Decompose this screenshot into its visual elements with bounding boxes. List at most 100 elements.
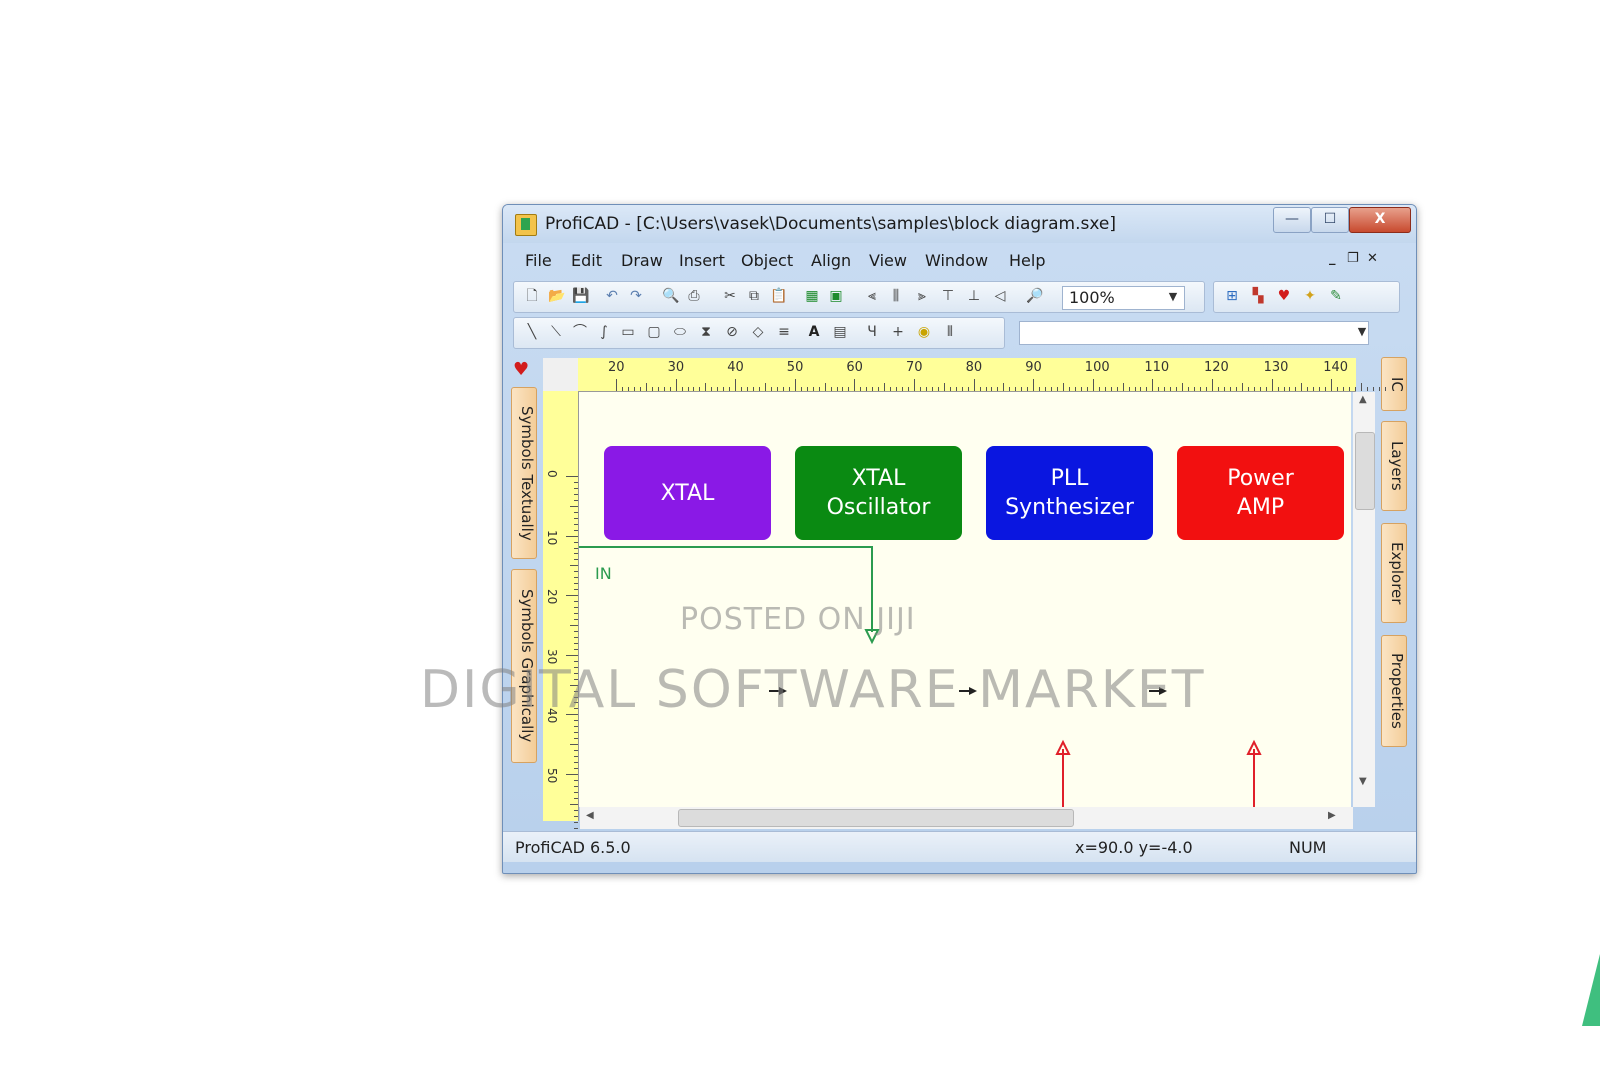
align-bottom-icon[interactable]: ◁ <box>992 288 1008 304</box>
ellipse-icon[interactable]: ⬭ <box>672 324 688 340</box>
hourglass-icon[interactable]: ⧗ <box>698 324 714 340</box>
ruler-top-tick <box>854 379 856 391</box>
menu-align[interactable]: Align <box>811 251 851 270</box>
minimize-button[interactable]: — <box>1273 207 1311 233</box>
cut-icon[interactable]: ✂ <box>722 288 738 304</box>
components-icon[interactable]: ▚ <box>1250 288 1266 304</box>
horizontal-scroll-thumb[interactable] <box>678 809 1074 827</box>
line-icon[interactable]: ╲ <box>524 324 540 340</box>
vertical-scrollbar[interactable]: ▲ ▼ <box>1353 392 1375 807</box>
close-button[interactable]: X <box>1349 207 1411 233</box>
ruler-top-tick <box>1307 387 1309 391</box>
redo-icon[interactable]: ↷ <box>628 288 644 304</box>
tab-layers[interactable]: Layers <box>1381 421 1407 511</box>
menu-insert[interactable]: Insert <box>679 251 725 270</box>
align-center-icon[interactable]: ⫼ <box>888 288 904 304</box>
save-icon[interactable]: 💾 <box>572 288 589 304</box>
align-top-icon[interactable]: ⊤ <box>940 288 956 304</box>
vertical-scroll-thumb[interactable] <box>1355 432 1375 510</box>
menu-file[interactable]: File <box>525 251 552 270</box>
menu-view[interactable]: View <box>869 251 907 270</box>
menu-draw[interactable]: Draw <box>621 251 663 270</box>
ruler-left-tick <box>574 499 578 501</box>
ruler-left-tick <box>574 768 578 770</box>
new-file-icon[interactable]: 🗋 <box>524 288 540 304</box>
arc-icon[interactable]: ⌒ <box>572 324 588 340</box>
block-pll-synthesizer[interactable]: PLL Synthesizer <box>986 446 1153 540</box>
table-icon[interactable]: ▤ <box>832 324 848 340</box>
diamond-icon[interactable]: ◇ <box>750 324 766 340</box>
properties-combo[interactable] <box>1019 321 1369 345</box>
undo-icon[interactable]: ↶ <box>604 288 620 304</box>
tab-explorer[interactable]: Explorer <box>1381 523 1407 623</box>
ruler-top-tick <box>878 387 880 391</box>
horizontal-scrollbar[interactable]: ◀ ▶ <box>580 807 1353 829</box>
print-icon[interactable]: ⎙ <box>686 288 702 304</box>
menu-object[interactable]: Object <box>741 251 793 270</box>
block-xtal-oscillator[interactable]: XTAL Oscillator <box>795 446 962 540</box>
mdi-minimize-button[interactable]: _ <box>1329 251 1336 266</box>
ruler-top-tick <box>824 383 826 391</box>
align-right-icon[interactable]: ⫸ <box>914 288 930 304</box>
scroll-right-icon[interactable]: ▶ <box>1328 810 1336 821</box>
export-image-icon[interactable]: ▦ <box>804 288 820 304</box>
combo-dropdown-arrow-icon[interactable]: ▼ <box>1353 321 1371 343</box>
tab-properties[interactable]: Properties <box>1381 635 1407 747</box>
hatch-icon[interactable]: ≡ <box>776 324 792 340</box>
text-icon[interactable]: A <box>806 324 822 340</box>
ruler-top-tick <box>1194 387 1196 391</box>
paste-icon[interactable]: 📋 <box>770 288 787 304</box>
ruler-top-tick <box>937 387 939 391</box>
ruler-top-tick <box>919 387 921 391</box>
ruler-top-tick <box>770 387 772 391</box>
ruler-top-tick <box>747 387 749 391</box>
bus-icon[interactable]: ⦀ <box>942 324 958 340</box>
maximize-button[interactable]: ☐ <box>1311 207 1349 233</box>
block-xtal[interactable]: XTAL <box>604 446 771 540</box>
edit-properties-icon[interactable]: ✎ <box>1328 288 1344 304</box>
ruler-top-tick <box>806 387 808 391</box>
scroll-up-icon[interactable]: ▲ <box>1359 394 1367 405</box>
align-middle-icon[interactable]: ⊥ <box>966 288 982 304</box>
open-folder-icon[interactable]: 📂 <box>548 288 565 304</box>
tab-explorer-label: Explorer <box>1388 541 1406 605</box>
scroll-down-icon[interactable]: ▼ <box>1359 776 1367 787</box>
menu-window[interactable]: Window <box>925 251 988 270</box>
favorites-heart-icon[interactable]: ♥ <box>513 359 535 381</box>
symbols-icon[interactable]: ✦ <box>1302 288 1318 304</box>
rectangle-icon[interactable]: ▭ <box>620 324 636 340</box>
tab-ic[interactable]: IC <box>1381 357 1407 411</box>
align-left-icon[interactable]: ⫷ <box>864 288 880 304</box>
wire-icon[interactable]: Ч <box>864 324 880 340</box>
junction-icon[interactable]: + <box>890 324 906 340</box>
rounded-rect-icon[interactable]: ▢ <box>646 324 662 340</box>
ruler-corner <box>543 358 579 391</box>
menu-help[interactable]: Help <box>1009 251 1045 270</box>
block-power-amp[interactable]: Power AMP <box>1177 446 1344 540</box>
picture-icon[interactable]: ▣ <box>828 288 844 304</box>
scroll-left-icon[interactable]: ◀ <box>586 810 594 821</box>
ruler-top-tick <box>1349 387 1351 391</box>
zoom-icon[interactable]: 🔎 <box>1026 288 1043 304</box>
ruler-top-tick <box>1033 379 1035 391</box>
circle-slash-icon[interactable]: ⊘ <box>724 324 740 340</box>
menu-edit[interactable]: Edit <box>571 251 602 270</box>
ruler-top-tick <box>1140 387 1142 391</box>
heart-icon[interactable]: ♥ <box>1276 288 1292 304</box>
mdi-restore-button[interactable]: ❐ <box>1347 251 1359 266</box>
ruler-left-tick <box>566 476 578 477</box>
zoom-dropdown-arrow-icon[interactable]: ▼ <box>1164 286 1182 308</box>
ruler-top-tick <box>943 383 945 391</box>
curve-icon[interactable]: ∫ <box>596 324 612 340</box>
label-icon[interactable]: ◉ <box>916 324 932 340</box>
proficad-app-icon[interactable] <box>515 214 537 236</box>
ruler-top-label: 120 <box>1204 360 1229 375</box>
print-preview-icon[interactable]: 🔍 <box>662 288 679 304</box>
copy-icon[interactable]: ⧉ <box>746 288 762 304</box>
mdi-close-button[interactable]: ✕ <box>1367 251 1378 266</box>
hierarchy-icon[interactable]: ⊞ <box>1224 288 1240 304</box>
polyline-icon[interactable]: ⟍ <box>548 324 564 340</box>
ruler-top-tick <box>997 387 999 391</box>
tab-symbols-textually[interactable]: Symbols Textually <box>511 387 537 559</box>
ruler-left-tick <box>574 601 578 603</box>
